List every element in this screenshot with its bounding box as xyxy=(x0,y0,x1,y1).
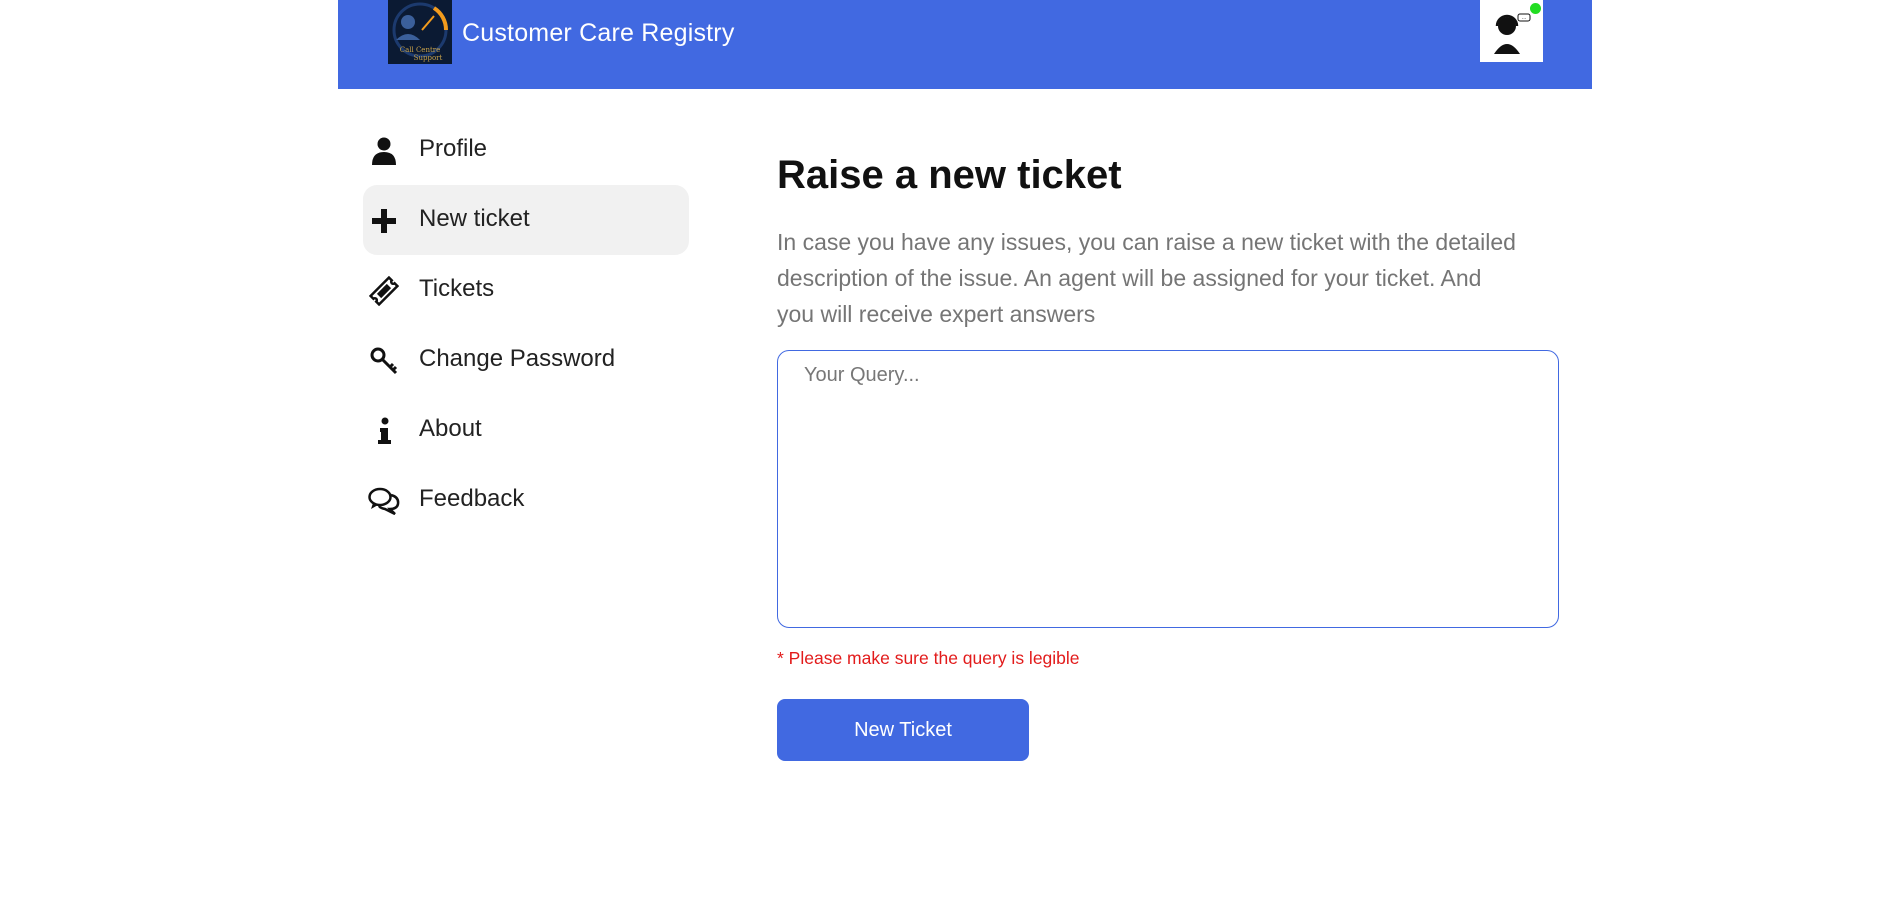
sidebar-item-label: Change Password xyxy=(419,345,616,372)
call-centre-support-logo: Call Centre Support xyxy=(388,0,452,64)
svg-text:Call Centre: Call Centre xyxy=(400,46,441,54)
query-hint: * Please make sure the query is legible xyxy=(777,648,1080,668)
top-header: Call Centre Support Customer Care Regist… xyxy=(338,0,1592,89)
sidebar-item-profile[interactable]: Profile xyxy=(363,115,689,185)
sidebar-nav: Profile New ticket Tickets Change Passwo… xyxy=(363,115,689,535)
chat-bubbles-icon xyxy=(368,485,400,517)
app-title: Customer Care Registry xyxy=(462,19,735,47)
page-title: Raise a new ticket xyxy=(777,153,1122,197)
plus-icon xyxy=(368,205,400,237)
sidebar-item-label: Profile xyxy=(419,135,488,162)
sidebar-item-label: About xyxy=(419,415,482,442)
user-icon xyxy=(368,135,400,167)
info-icon xyxy=(368,415,400,447)
new-ticket-panel: Raise a new ticket In case you have any … xyxy=(777,150,1559,761)
sidebar-item-label: Feedback xyxy=(419,485,525,512)
key-icon xyxy=(368,345,400,377)
sidebar-item-label: New ticket xyxy=(419,205,530,232)
sidebar-item-feedback[interactable]: Feedback xyxy=(363,465,689,535)
sidebar-item-label: Tickets xyxy=(419,275,495,302)
sidebar-item-change-password[interactable]: Change Password xyxy=(363,325,689,395)
query-textarea[interactable] xyxy=(777,350,1559,628)
new-ticket-button[interactable]: New Ticket xyxy=(777,699,1029,761)
ticket-icon xyxy=(368,275,400,307)
online-status-dot xyxy=(1530,3,1541,14)
page-description: In case you have any issues, you can rai… xyxy=(777,229,1516,327)
sidebar-item-about[interactable]: About xyxy=(363,395,689,465)
app-root: Call Centre Support Customer Care Regist… xyxy=(338,0,1592,901)
sidebar-item-tickets[interactable]: Tickets xyxy=(363,255,689,325)
svg-text:···: ··· xyxy=(1522,16,1527,22)
svg-text:Support: Support xyxy=(414,54,443,62)
sidebar-item-new-ticket[interactable]: New ticket xyxy=(363,185,689,255)
